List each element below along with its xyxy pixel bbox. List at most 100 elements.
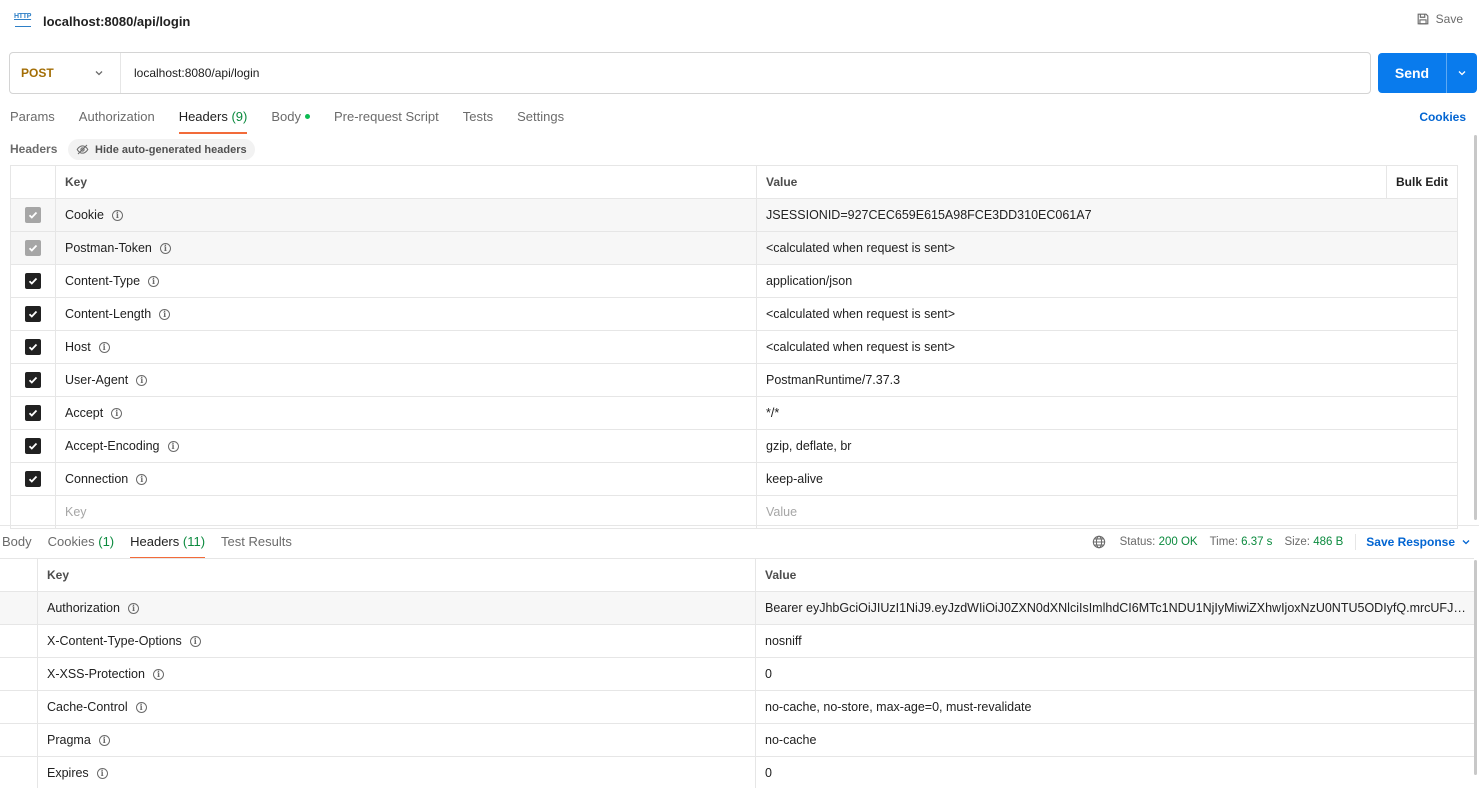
check-icon (28, 211, 38, 219)
response-header-value-cell[interactable]: nosniff (756, 625, 1474, 657)
info-icon[interactable]: i (136, 473, 148, 485)
table-row: X-XSS-Protection i 0 (0, 658, 1474, 691)
response-divider[interactable] (0, 525, 1479, 526)
info-icon[interactable]: i (98, 734, 110, 746)
table-header-row: Key Value (0, 559, 1474, 592)
tab-settings[interactable]: Settings (517, 108, 564, 134)
header-key-cell[interactable]: Cookie i (56, 199, 757, 231)
header-value-cell[interactable]: <calculated when request is sent> (757, 232, 1457, 264)
table-header-row: Key Value Bulk Edit (10, 166, 1458, 199)
tab-params[interactable]: Params (10, 108, 55, 134)
header-value: keep-alive (766, 472, 823, 486)
header-value-cell[interactable]: <calculated when request is sent> (757, 298, 1457, 330)
row-checkbox[interactable] (25, 438, 41, 454)
table-row: Authorization i Bearer eyJhbGciOiJIUzI1NiJ… (0, 592, 1474, 625)
request-title[interactable]: localhost:8080/api/login (43, 14, 190, 29)
header-value-cell[interactable]: gzip, deflate, br (757, 430, 1457, 462)
save-label: Save (1435, 12, 1463, 26)
info-icon[interactable]: i (136, 374, 148, 386)
bulk-edit-button[interactable]: Bulk Edit (1386, 166, 1457, 198)
info-icon[interactable]: i (159, 242, 171, 254)
check-icon (28, 475, 38, 483)
row-checkbox-cell (11, 364, 56, 396)
hide-auto-label: Hide auto-generated headers (95, 143, 247, 156)
method-label: POST (21, 66, 54, 80)
header-key-cell[interactable]: Accept i (56, 397, 757, 429)
check-icon (28, 244, 38, 252)
response-header-value-cell[interactable]: no-cache, no-store, max-age=0, must-reva… (756, 691, 1474, 723)
header-value-cell[interactable]: */* (757, 397, 1457, 429)
table-row: Connection i keep-alive (10, 463, 1458, 496)
hide-auto-generated-button[interactable]: Hide auto-generated headers (68, 139, 255, 160)
time-info[interactable]: Time: 6.37 s (1210, 536, 1273, 548)
new-value-input[interactable]: Value (757, 496, 1457, 528)
cookies-link[interactable]: Cookies (1419, 110, 1466, 124)
save-response-button[interactable]: Save Response (1366, 535, 1471, 549)
info-icon[interactable]: i (159, 308, 171, 320)
header-key-cell[interactable]: Accept-Encoding i (56, 430, 757, 462)
header-value-cell[interactable]: <calculated when request is sent> (757, 331, 1457, 363)
request-scrollbar[interactable] (1474, 135, 1477, 520)
header-key-cell[interactable]: Postman-Token i (56, 232, 757, 264)
row-checkbox[interactable] (25, 372, 41, 388)
header-key-cell[interactable]: Content-Type i (56, 265, 757, 297)
info-icon[interactable]: i (111, 209, 123, 221)
response-header-key: Expires (47, 766, 89, 780)
tab-response-cookies[interactable]: Cookies (1) (48, 533, 114, 559)
header-key-cell[interactable]: Connection i (56, 463, 757, 495)
header-key-cell[interactable]: Content-Length i (56, 298, 757, 330)
tab-test-results[interactable]: Test Results (221, 533, 292, 559)
header-value-cell[interactable]: PostmanRuntime/7.37.3 (757, 364, 1457, 396)
request-tabs: Params Authorization Headers (9) Body Pr… (10, 108, 588, 134)
response-header-value: 0 (765, 667, 772, 681)
header-key: User-Agent (65, 373, 129, 387)
response-scrollbar[interactable] (1474, 560, 1477, 775)
info-icon[interactable]: i (98, 341, 110, 353)
response-header-value-cell[interactable]: 0 (756, 658, 1474, 690)
header-value-cell[interactable]: keep-alive (757, 463, 1457, 495)
info-icon[interactable]: i (152, 668, 164, 680)
save-button[interactable]: Save (1416, 12, 1463, 26)
response-header-value-cell[interactable]: Bearer eyJhbGciOiJIUzI1NiJ9.eyJzdWIiOiJ0… (756, 592, 1474, 624)
row-checkbox-cell (11, 463, 56, 495)
tab-authorization[interactable]: Authorization (79, 108, 155, 134)
tab-response-headers[interactable]: Headers (11) (130, 533, 205, 559)
row-checkbox[interactable] (25, 306, 41, 322)
header-value-cell[interactable]: application/json (757, 265, 1457, 297)
eye-off-icon (76, 144, 89, 155)
body-indicator-dot (304, 114, 310, 120)
tab-pre-request-script[interactable]: Pre-request Script (334, 108, 439, 134)
info-icon[interactable]: i (167, 440, 179, 452)
size-info[interactable]: Size: 486 B (1284, 536, 1343, 548)
info-icon[interactable]: i (189, 635, 201, 647)
status-info[interactable]: Status: 200 OK (1120, 536, 1198, 548)
info-icon[interactable]: i (96, 767, 108, 779)
row-checkbox[interactable] (25, 273, 41, 289)
response-header-value-cell[interactable]: no-cache (756, 724, 1474, 756)
tab-body[interactable]: Body (271, 108, 310, 134)
new-key-input[interactable]: Key (56, 496, 757, 528)
header-value-cell[interactable]: JSESSIONID=927CEC659E615A98FCE3DD310EC06… (757, 199, 1457, 231)
info-icon[interactable]: i (127, 602, 139, 614)
tab-headers[interactable]: Headers (9) (178, 108, 247, 134)
row-checkbox[interactable] (25, 405, 41, 421)
tab-tests[interactable]: Tests (463, 108, 493, 134)
row-checkbox[interactable] (25, 471, 41, 487)
url-input[interactable]: localhost:8080/api/login (121, 66, 259, 80)
check-icon (28, 310, 38, 318)
globe-icon[interactable] (1092, 535, 1106, 549)
send-button[interactable]: Send (1378, 53, 1477, 93)
info-icon[interactable]: i (148, 275, 160, 287)
tab-response-body[interactable]: Body (2, 533, 32, 559)
info-icon[interactable]: i (135, 701, 147, 713)
method-select[interactable]: POST (10, 53, 121, 93)
info-icon[interactable]: i (111, 407, 123, 419)
send-options-button[interactable] (1446, 53, 1477, 93)
chevron-down-icon (95, 71, 103, 76)
response-header-value-cell[interactable]: 0 (756, 757, 1474, 788)
header-value: <calculated when request is sent> (766, 340, 956, 354)
row-checkbox[interactable] (25, 339, 41, 355)
header-key-cell[interactable]: Host i (56, 331, 757, 363)
header-key-cell[interactable]: User-Agent i (56, 364, 757, 396)
check-icon (28, 376, 38, 384)
